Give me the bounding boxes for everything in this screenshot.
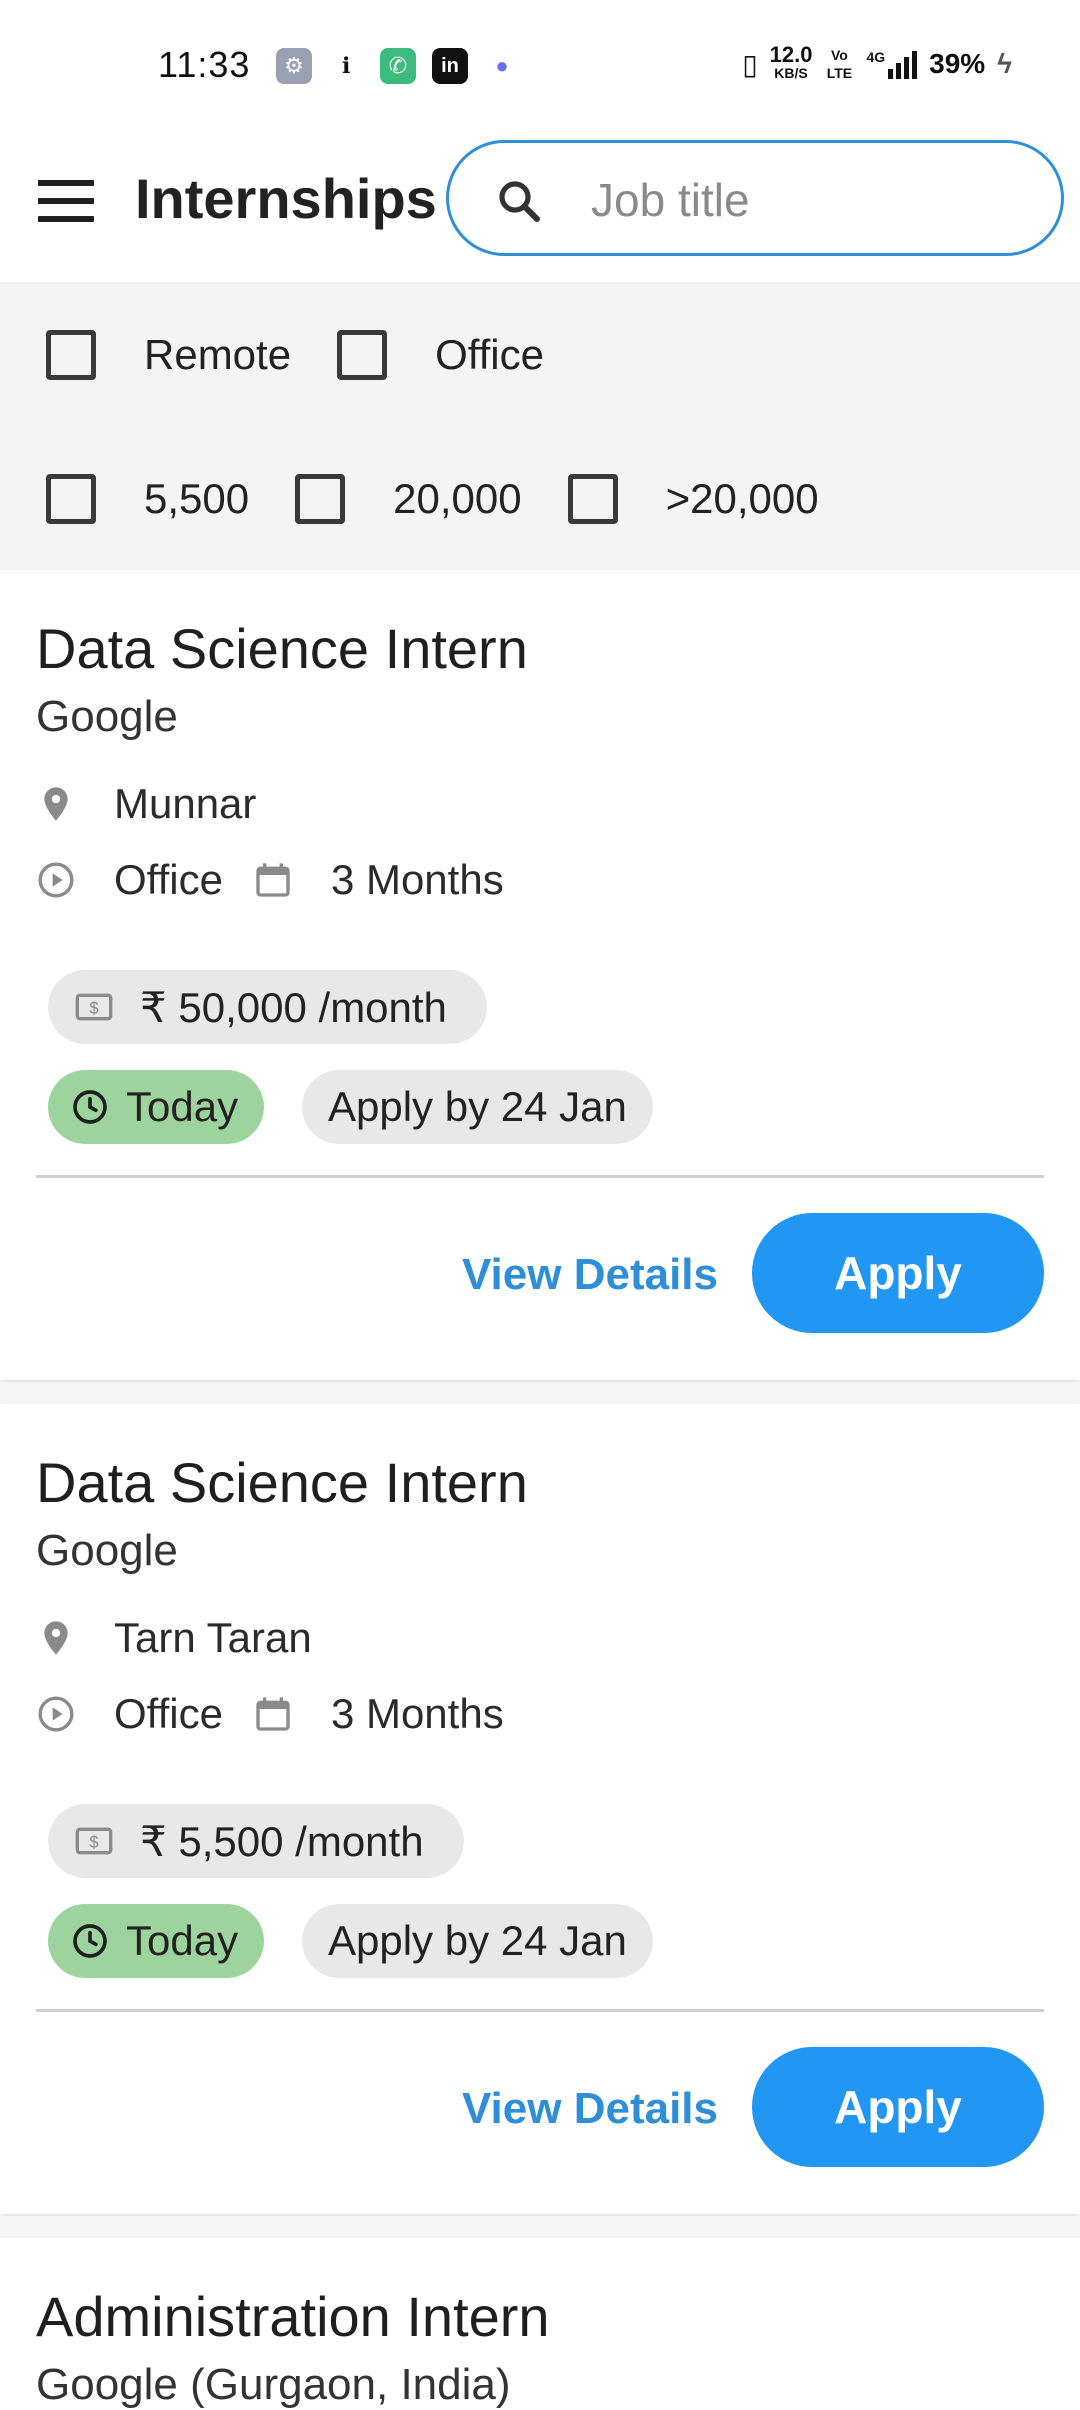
svg-text:$: $ [89, 1833, 98, 1852]
search-icon [499, 181, 540, 222]
duration-text: 3 Months [330, 856, 504, 903]
calendar-icon [256, 863, 290, 897]
internship-title: Data Science Intern [36, 617, 528, 680]
signal-icon: 4G [866, 49, 918, 79]
clock-icon [73, 1924, 107, 1958]
battery-percent: 39% [929, 48, 986, 79]
posted-chip: Today [48, 1070, 265, 1144]
apply-button[interactable]: Apply [752, 1213, 1044, 1333]
money-icon: $ [75, 1827, 113, 1855]
remote-label: Remote [144, 331, 292, 378]
page-title: Internships [135, 167, 437, 230]
play-circle-icon [38, 1696, 74, 1732]
posted-text: Today [126, 1083, 239, 1130]
network-speed: 12.0 KB/S [769, 42, 813, 82]
company-name: Google [36, 692, 178, 741]
stipend-chip: $ ₹ 50,000 /month [48, 970, 487, 1044]
status-bar: 11:33 ⚙ ℹ ✆ in ● ▯ 12.0 KB/S Vo LTE 4G 3… [0, 0, 1080, 130]
calendar-icon [256, 1697, 290, 1731]
vibrate-icon: ▯ [742, 48, 758, 80]
stipend-5500-label: 5,500 [144, 475, 250, 522]
stipend-5500-checkbox[interactable] [46, 474, 96, 524]
company-name: Google [36, 1526, 178, 1575]
deadline-text: Apply by 24 Jan [328, 1917, 627, 1964]
network-type: 4G [866, 49, 886, 65]
play-circle-icon [38, 862, 74, 898]
type-duration-row: Office 3 Months [36, 856, 504, 904]
speed-unit: KB/S [774, 65, 808, 81]
money-icon: $ [75, 993, 113, 1021]
filter-row-work-type: Remote Office [46, 330, 544, 380]
deadline-text: Apply by 24 Jan [328, 1083, 627, 1130]
internship-title: Administration Intern [36, 2285, 550, 2348]
location-row: Tarn Taran [36, 1614, 312, 1662]
filter-panel: Remote Office 5,500 20,000 >20,000 [0, 282, 1080, 570]
view-details-button[interactable]: View Details [462, 1250, 718, 1300]
posted-chip: Today [48, 1904, 265, 1978]
stipend-chip: $ ₹ 5,500 /month [48, 1804, 464, 1878]
work-type-text: Office [114, 856, 223, 903]
card-separator [0, 2216, 1080, 2238]
divider [36, 2009, 1044, 2012]
settings-notification-icon: ⚙ [276, 48, 312, 84]
filter-stipend-5500[interactable]: 5,500 [46, 474, 249, 524]
location-row: Munnar [36, 780, 256, 828]
menu-icon[interactable] [38, 180, 94, 224]
notification-icons: ⚙ ℹ ✆ in ● [276, 48, 520, 84]
work-type-text: Office [114, 1690, 223, 1737]
filter-stipend-20000[interactable]: 20,000 [295, 474, 522, 524]
stipend-20000-checkbox[interactable] [295, 474, 346, 524]
internship-card: Administration Intern Google (Gurgaon, I… [0, 2238, 1080, 2409]
filter-remote[interactable]: Remote [46, 330, 291, 380]
company-name: Google (Gurgaon, India) [36, 2360, 511, 2409]
stipend-text: ₹ 5,500 /month [140, 1817, 424, 1865]
stipend-above-20000-label: >20,000 [665, 475, 819, 522]
stipend-text: ₹ 50,000 /month [140, 983, 447, 1031]
office-label: Office [435, 331, 544, 378]
info-notification-icon: ℹ [341, 53, 351, 78]
location-text: Tarn Taran [114, 1614, 312, 1661]
app-notification-icon: ● [495, 53, 509, 78]
charging-icon: ϟ [997, 48, 1012, 79]
filter-office[interactable]: Office [337, 330, 544, 380]
search-input[interactable] [589, 167, 1033, 233]
phone-notification-icon: ✆ [380, 48, 416, 84]
type-duration-row: Office 3 Months [36, 1690, 504, 1738]
linkedin-notification-icon: in [432, 48, 468, 84]
status-time: 11:33 [158, 44, 251, 85]
deadline-chip: Apply by 24 Jan [302, 1904, 653, 1978]
volte-label: Vo LTE [826, 47, 853, 81]
view-details-button[interactable]: View Details [462, 2084, 718, 2134]
location-pin-icon [44, 787, 68, 821]
location-text: Munnar [114, 780, 257, 827]
filter-stipend-above-20000[interactable]: >20,000 [567, 474, 819, 524]
office-checkbox[interactable] [337, 330, 388, 380]
divider [36, 1175, 1044, 1178]
app-bar: Internships [0, 130, 1080, 282]
internship-card: Data Science Intern Google Munnar Office… [0, 570, 1080, 1380]
apply-button[interactable]: Apply [752, 2047, 1044, 2167]
stipend-above-20000-checkbox[interactable] [567, 474, 618, 524]
duration-text: 3 Months [330, 1690, 504, 1737]
search-box[interactable] [446, 140, 1064, 256]
svg-text:$: $ [89, 999, 98, 1018]
internship-title: Data Science Intern [36, 1451, 528, 1514]
card-separator [0, 1382, 1080, 1404]
status-indicators: ▯ 12.0 KB/S Vo LTE 4G 39% ϟ [742, 42, 1012, 82]
internship-card: Data Science Intern Google Tarn Taran Of… [0, 1404, 1080, 2214]
location-pin-icon [44, 1621, 68, 1655]
filter-row-stipend: 5,500 20,000 >20,000 [46, 474, 819, 524]
speed-value: 12.0 [769, 42, 813, 67]
stipend-20000-label: 20,000 [393, 475, 522, 522]
clock-icon [73, 1090, 107, 1124]
deadline-chip: Apply by 24 Jan [302, 1070, 653, 1144]
remote-checkbox[interactable] [46, 330, 96, 380]
posted-text: Today [126, 1917, 239, 1964]
